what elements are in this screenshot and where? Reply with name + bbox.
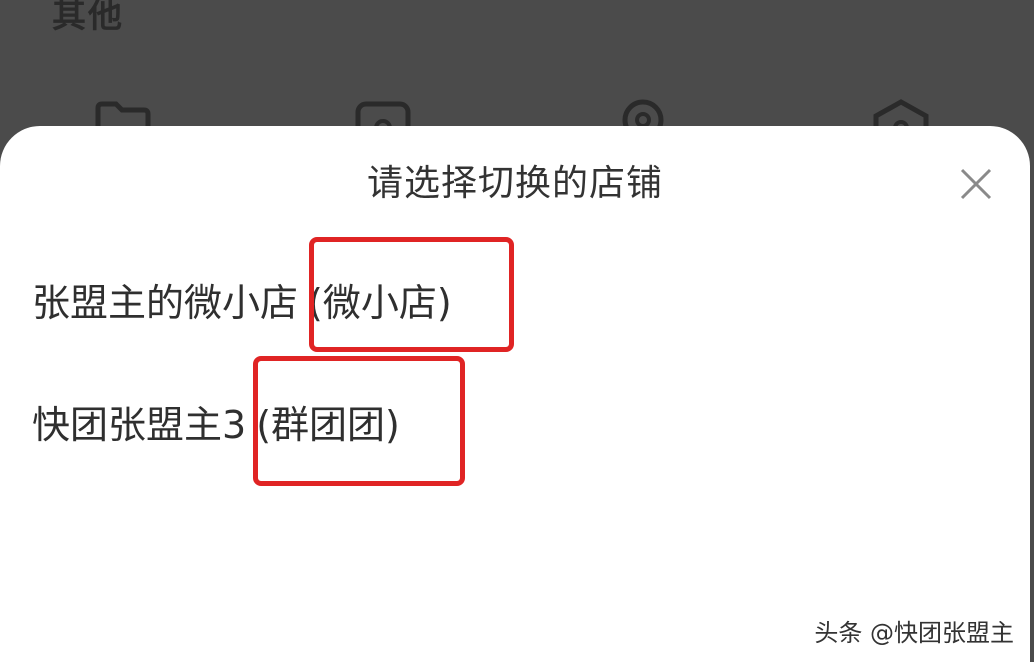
store-name: 张盟主的微小店 <box>32 281 299 325</box>
section-title: 其他 <box>52 0 124 36</box>
watermark: 头条 @快团张盟主 <box>814 619 1014 647</box>
store-name: 快团张盟主3 <box>32 403 247 447</box>
highlight-box <box>309 237 514 352</box>
store-switch-dialog: 请选择切换的店铺 张盟主的微小店 (微小店) 快团张盟主3 (群团团) <box>0 126 1030 662</box>
dialog-title: 请选择切换的店铺 <box>366 163 663 204</box>
close-icon[interactable] <box>956 164 996 204</box>
highlight-box <box>253 356 465 486</box>
